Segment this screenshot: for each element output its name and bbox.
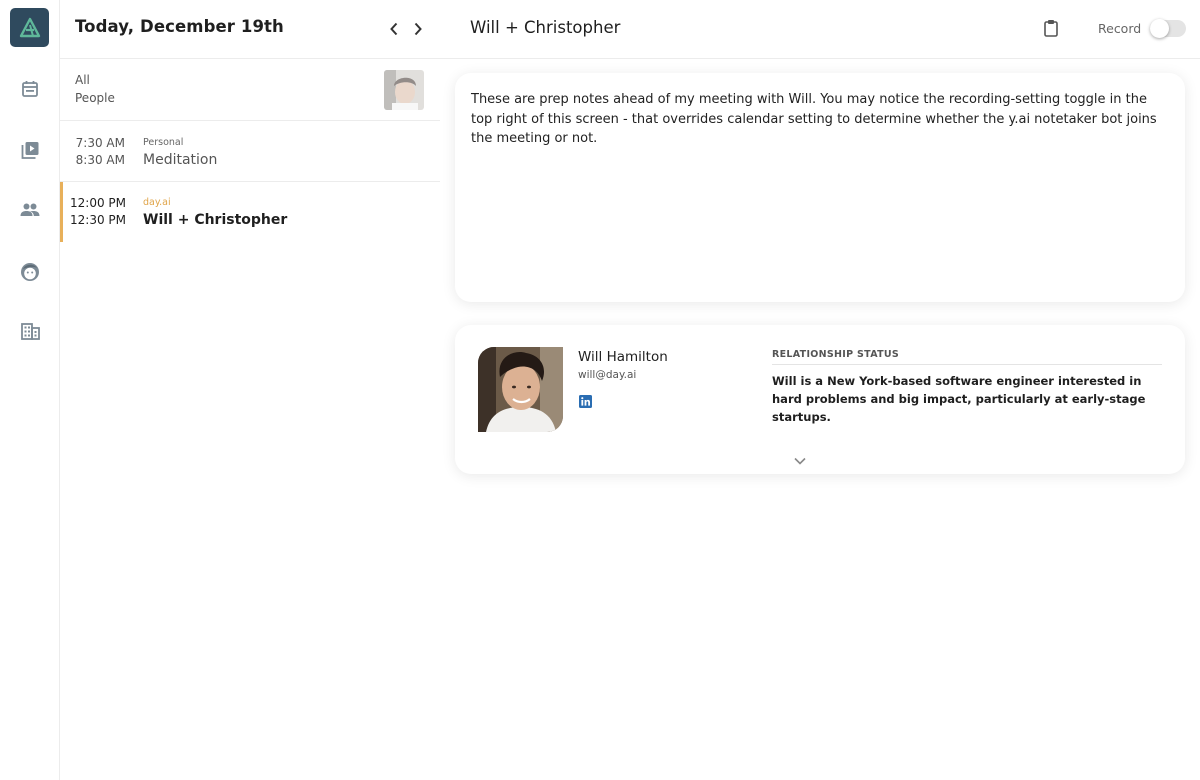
companies-nav[interactable]: [18, 319, 42, 343]
event-start-time: 12:00 PM: [70, 196, 126, 210]
chevron-right-icon: [414, 22, 422, 36]
record-label: Record: [1098, 21, 1142, 36]
calendar-header: Today, December 19th: [60, 0, 440, 59]
next-day-button[interactable]: [408, 18, 428, 40]
linkedin-link[interactable]: [579, 393, 592, 408]
event-category: Personal: [143, 137, 184, 148]
event-end-time: 8:30 AM: [75, 153, 125, 167]
nav-rail: [0, 0, 60, 780]
app-logo[interactable]: [10, 8, 49, 47]
clipboard-icon: [1044, 20, 1058, 37]
relationship-status-heading: RELATIONSHIP STATUS: [772, 349, 1162, 365]
people-icon: [20, 203, 40, 216]
event-title: Meditation: [143, 152, 218, 168]
building-icon: [20, 322, 40, 340]
chevron-left-icon: [390, 22, 398, 36]
relationship-status-text: Will is a New York-based software engine…: [772, 374, 1146, 424]
recordings-nav[interactable]: [18, 138, 42, 162]
event-end-time: 12:30 PM: [70, 213, 126, 227]
clipboard-button[interactable]: [1043, 19, 1063, 39]
linkedin-icon: [579, 395, 592, 408]
people-nav[interactable]: [18, 198, 42, 222]
assistant-nav[interactable]: [18, 259, 42, 283]
meeting-header: Will + Christopher Record: [440, 0, 1200, 59]
face-icon: [21, 263, 39, 281]
person-photo-thumbnail: [384, 70, 424, 110]
toggle-knob: [1150, 19, 1169, 38]
person-email: will@day.ai: [578, 369, 637, 381]
avatar[interactable]: [384, 70, 424, 110]
previous-day-button[interactable]: [384, 18, 404, 40]
calendar-icon: [22, 81, 38, 97]
prep-notes-editor[interactable]: These are prep notes ahead of my meeting…: [455, 73, 1185, 302]
event-category: day.ai: [143, 197, 171, 208]
event-start-time: 7:30 AM: [75, 136, 125, 150]
event-item-meditation[interactable]: 7:30 AM 8:30 AM Personal Meditation: [60, 122, 440, 182]
person-card: Will Hamilton will@day.ai RELATIONSHIP S…: [455, 325, 1185, 474]
video-library-icon: [21, 141, 38, 159]
filter-line-people: People: [75, 91, 115, 105]
calendar-nav[interactable]: [18, 77, 42, 101]
filter-line-all: All: [75, 73, 90, 87]
event-item-will-christopher[interactable]: 12:00 PM 12:30 PM day.ai Will + Christop…: [60, 182, 440, 242]
calendar-date-title: Today, December 19th: [75, 17, 284, 36]
logo-mark-icon: [19, 17, 40, 37]
people-filter[interactable]: All People: [60, 60, 440, 121]
event-title: Will + Christopher: [143, 212, 288, 228]
person-name: Will Hamilton: [578, 349, 668, 365]
calendar-panel: Today, December 19th All People 7:30 AM: [60, 0, 440, 780]
record-toggle[interactable]: [1150, 19, 1186, 38]
meeting-title: Will + Christopher: [470, 18, 621, 37]
expand-card-button[interactable]: [792, 452, 808, 465]
person-photo: [478, 347, 563, 432]
chevron-down-icon: [794, 457, 806, 465]
person-photo-image: [478, 347, 563, 432]
